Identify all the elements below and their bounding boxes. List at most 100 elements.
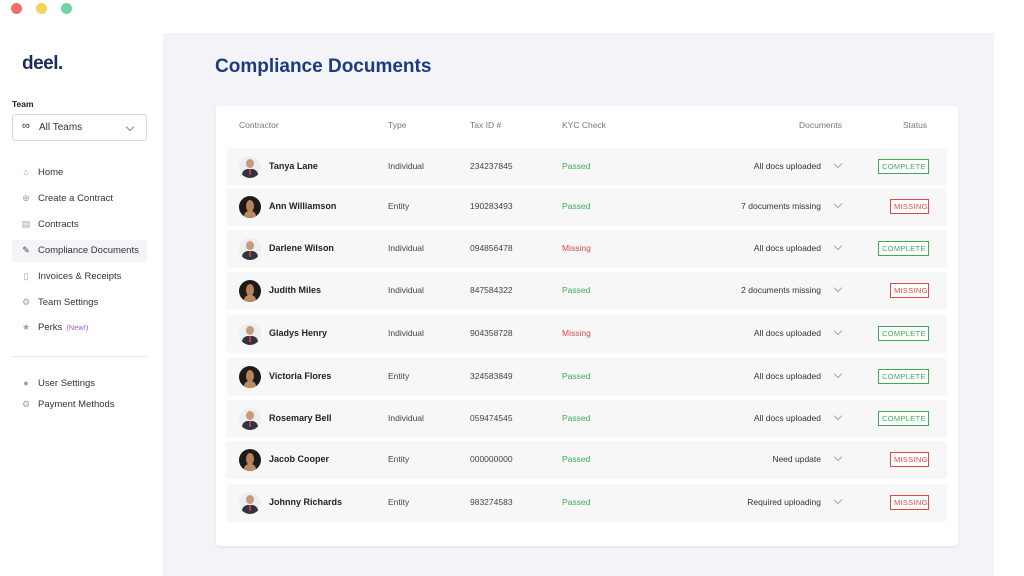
table-row[interactable]: Gladys Henry Individual 904358728 Missing Al… — [226, 315, 947, 353]
perks-label: Perks — [38, 322, 63, 333]
chevron-down-icon[interactable] — [833, 241, 843, 251]
chevron-down-icon[interactable] — [833, 452, 843, 462]
sidebar-item-team-settings[interactable]: ⚙ Team Settings — [12, 292, 147, 314]
chevron-down-icon[interactable] — [833, 326, 843, 336]
contractor-type: Entity — [388, 454, 410, 464]
header-status[interactable]: Status — [903, 120, 927, 130]
tax-id: 983274583 — [470, 497, 513, 507]
header-documents[interactable]: Documents — [799, 120, 842, 130]
contract-icon: ▤ — [21, 219, 31, 229]
contractor-type: Entity — [388, 497, 410, 507]
kyc-status: Passed — [562, 454, 591, 464]
team-select-value: All Teams — [39, 122, 83, 133]
page-title: Compliance Documents — [215, 56, 432, 77]
avatar — [239, 323, 261, 345]
contractor-name[interactable]: Victoria Flores — [269, 371, 331, 381]
table-row[interactable]: Jacob Cooper Entity 000000000 Passed Need up… — [226, 441, 947, 479]
chevron-down-icon[interactable] — [833, 369, 843, 379]
maximize-window-button[interactable] — [61, 3, 72, 14]
contractor-name[interactable]: Gladys Henry — [269, 328, 327, 338]
documents-summary: Need update — [772, 454, 821, 464]
kyc-status: Passed — [562, 201, 591, 211]
table-row[interactable]: Judith Miles Individual 847584322 Passed 2 d… — [226, 272, 947, 310]
tax-id: 059474545 — [470, 413, 513, 423]
new-badge: (New!) — [66, 323, 89, 332]
sidebar-item-label: Create a Contract — [38, 193, 113, 204]
avatar — [239, 492, 261, 514]
contractor-name[interactable]: Jacob Cooper — [269, 454, 329, 464]
avatar — [239, 449, 261, 471]
header-type[interactable]: Type — [388, 120, 406, 130]
sidebar-item-create-contract[interactable]: ⊕ Create a Contract — [12, 188, 147, 210]
kyc-status: Passed — [562, 161, 591, 171]
sidebar-item-label: Compliance Documents — [38, 245, 139, 256]
documents-summary: 2 documents missing — [741, 285, 821, 295]
sidebar-item-label: User Settings — [38, 378, 96, 389]
contractor-type: Entity — [388, 371, 410, 381]
header-contractor[interactable]: Contractor — [239, 120, 279, 130]
team-select[interactable]: ∞ All Teams — [12, 114, 147, 141]
contractor-name[interactable]: Ann Williamson — [269, 201, 336, 211]
table-row[interactable]: Rosemary Bell Individual 059474545 Passed Al… — [226, 400, 947, 438]
documents-summary: All docs uploaded — [753, 328, 821, 338]
documents-summary: All docs uploaded — [753, 243, 821, 253]
table-row[interactable]: Victoria Flores Entity 324583849 Passed All … — [226, 358, 947, 396]
sidebar-item-invoices-receipts[interactable]: ▯ Invoices & Receipts — [12, 266, 147, 288]
table-row[interactable]: Darlene Wilson Individual 094856478 Missing… — [226, 230, 947, 268]
avatar — [239, 408, 261, 430]
sidebar-item-payment-methods[interactable]: ⚙ Payment Methods — [12, 394, 147, 416]
minimize-window-button[interactable] — [36, 3, 47, 14]
chevron-down-icon[interactable] — [833, 159, 843, 169]
deel-logo[interactable]: deel. — [22, 53, 63, 75]
tax-id: 000000000 — [470, 454, 513, 464]
status-badge: MISSING — [890, 199, 929, 214]
team-label: Team — [12, 99, 34, 109]
chevron-down-icon[interactable] — [833, 283, 843, 293]
sidebar-item-label: Contracts — [38, 219, 79, 230]
contractor-name[interactable]: Judith Miles — [269, 285, 321, 295]
pen-icon: ✎ — [22, 245, 30, 255]
sidebar-item-contracts[interactable]: ▤ Contracts — [12, 214, 147, 236]
documents-summary: All docs uploaded — [753, 371, 821, 381]
avatar — [239, 156, 261, 178]
status-badge: MISSING — [890, 495, 929, 510]
star-icon: ★ — [21, 322, 31, 332]
documents-summary: All docs uploaded — [753, 413, 821, 423]
avatar — [239, 280, 261, 302]
close-window-button[interactable] — [11, 3, 22, 14]
table-row[interactable]: Ann Williamson Entity 190283493 Passed 7 doc… — [226, 188, 947, 226]
contractor-type: Individual — [388, 413, 424, 423]
kyc-status: Missing — [562, 328, 591, 338]
tax-id: 324583849 — [470, 371, 513, 381]
contractor-name[interactable]: Tanya Lane — [269, 161, 318, 171]
sidebar-item-perks[interactable]: ★ Perks (New!) — [12, 317, 147, 339]
chevron-down-icon[interactable] — [833, 199, 843, 209]
documents-summary: 7 documents missing — [741, 201, 821, 211]
status-badge: COMPLETE — [878, 369, 929, 384]
header-kyc-check[interactable]: KYC Check — [562, 120, 606, 130]
status-badge: MISSING — [890, 452, 929, 467]
header-tax-id[interactable]: Tax ID # — [470, 120, 501, 130]
home-icon: ⌂ — [23, 167, 29, 177]
avatar — [239, 196, 261, 218]
chevron-down-icon[interactable] — [833, 495, 843, 505]
tax-id: 234237845 — [470, 161, 513, 171]
sidebar-item-compliance-documents[interactable]: ✎ Compliance Documents — [12, 240, 147, 262]
kyc-status: Missing — [562, 243, 591, 253]
sidebar-item-home[interactable]: ⌂ Home — [12, 162, 147, 184]
chevron-down-icon[interactable] — [833, 411, 843, 421]
status-badge: COMPLETE — [878, 326, 929, 341]
sidebar-item-label: Perks (New!) — [38, 322, 88, 333]
kyc-status: Passed — [562, 285, 591, 295]
contractor-name[interactable]: Johnny Richards — [269, 497, 342, 507]
sidebar-item-label: Payment Methods — [38, 399, 115, 410]
documents-summary: Required uploading — [747, 497, 821, 507]
table-row[interactable]: Johnny Richards Entity 983274583 Passed Requ… — [226, 484, 947, 522]
sidebar: deel. Team ∞ All Teams ⌂ Home ⊕ Create a… — [0, 33, 163, 576]
contractor-name[interactable]: Darlene Wilson — [269, 243, 334, 253]
contractor-name[interactable]: Rosemary Bell — [269, 413, 332, 423]
gear-icon: ⚙ — [21, 399, 31, 409]
infinity-icon: ∞ — [22, 120, 30, 132]
sidebar-item-user-settings[interactable]: ● User Settings — [12, 373, 147, 395]
table-row[interactable]: Tanya Lane Individual 234237845 Passed All d… — [226, 148, 947, 186]
